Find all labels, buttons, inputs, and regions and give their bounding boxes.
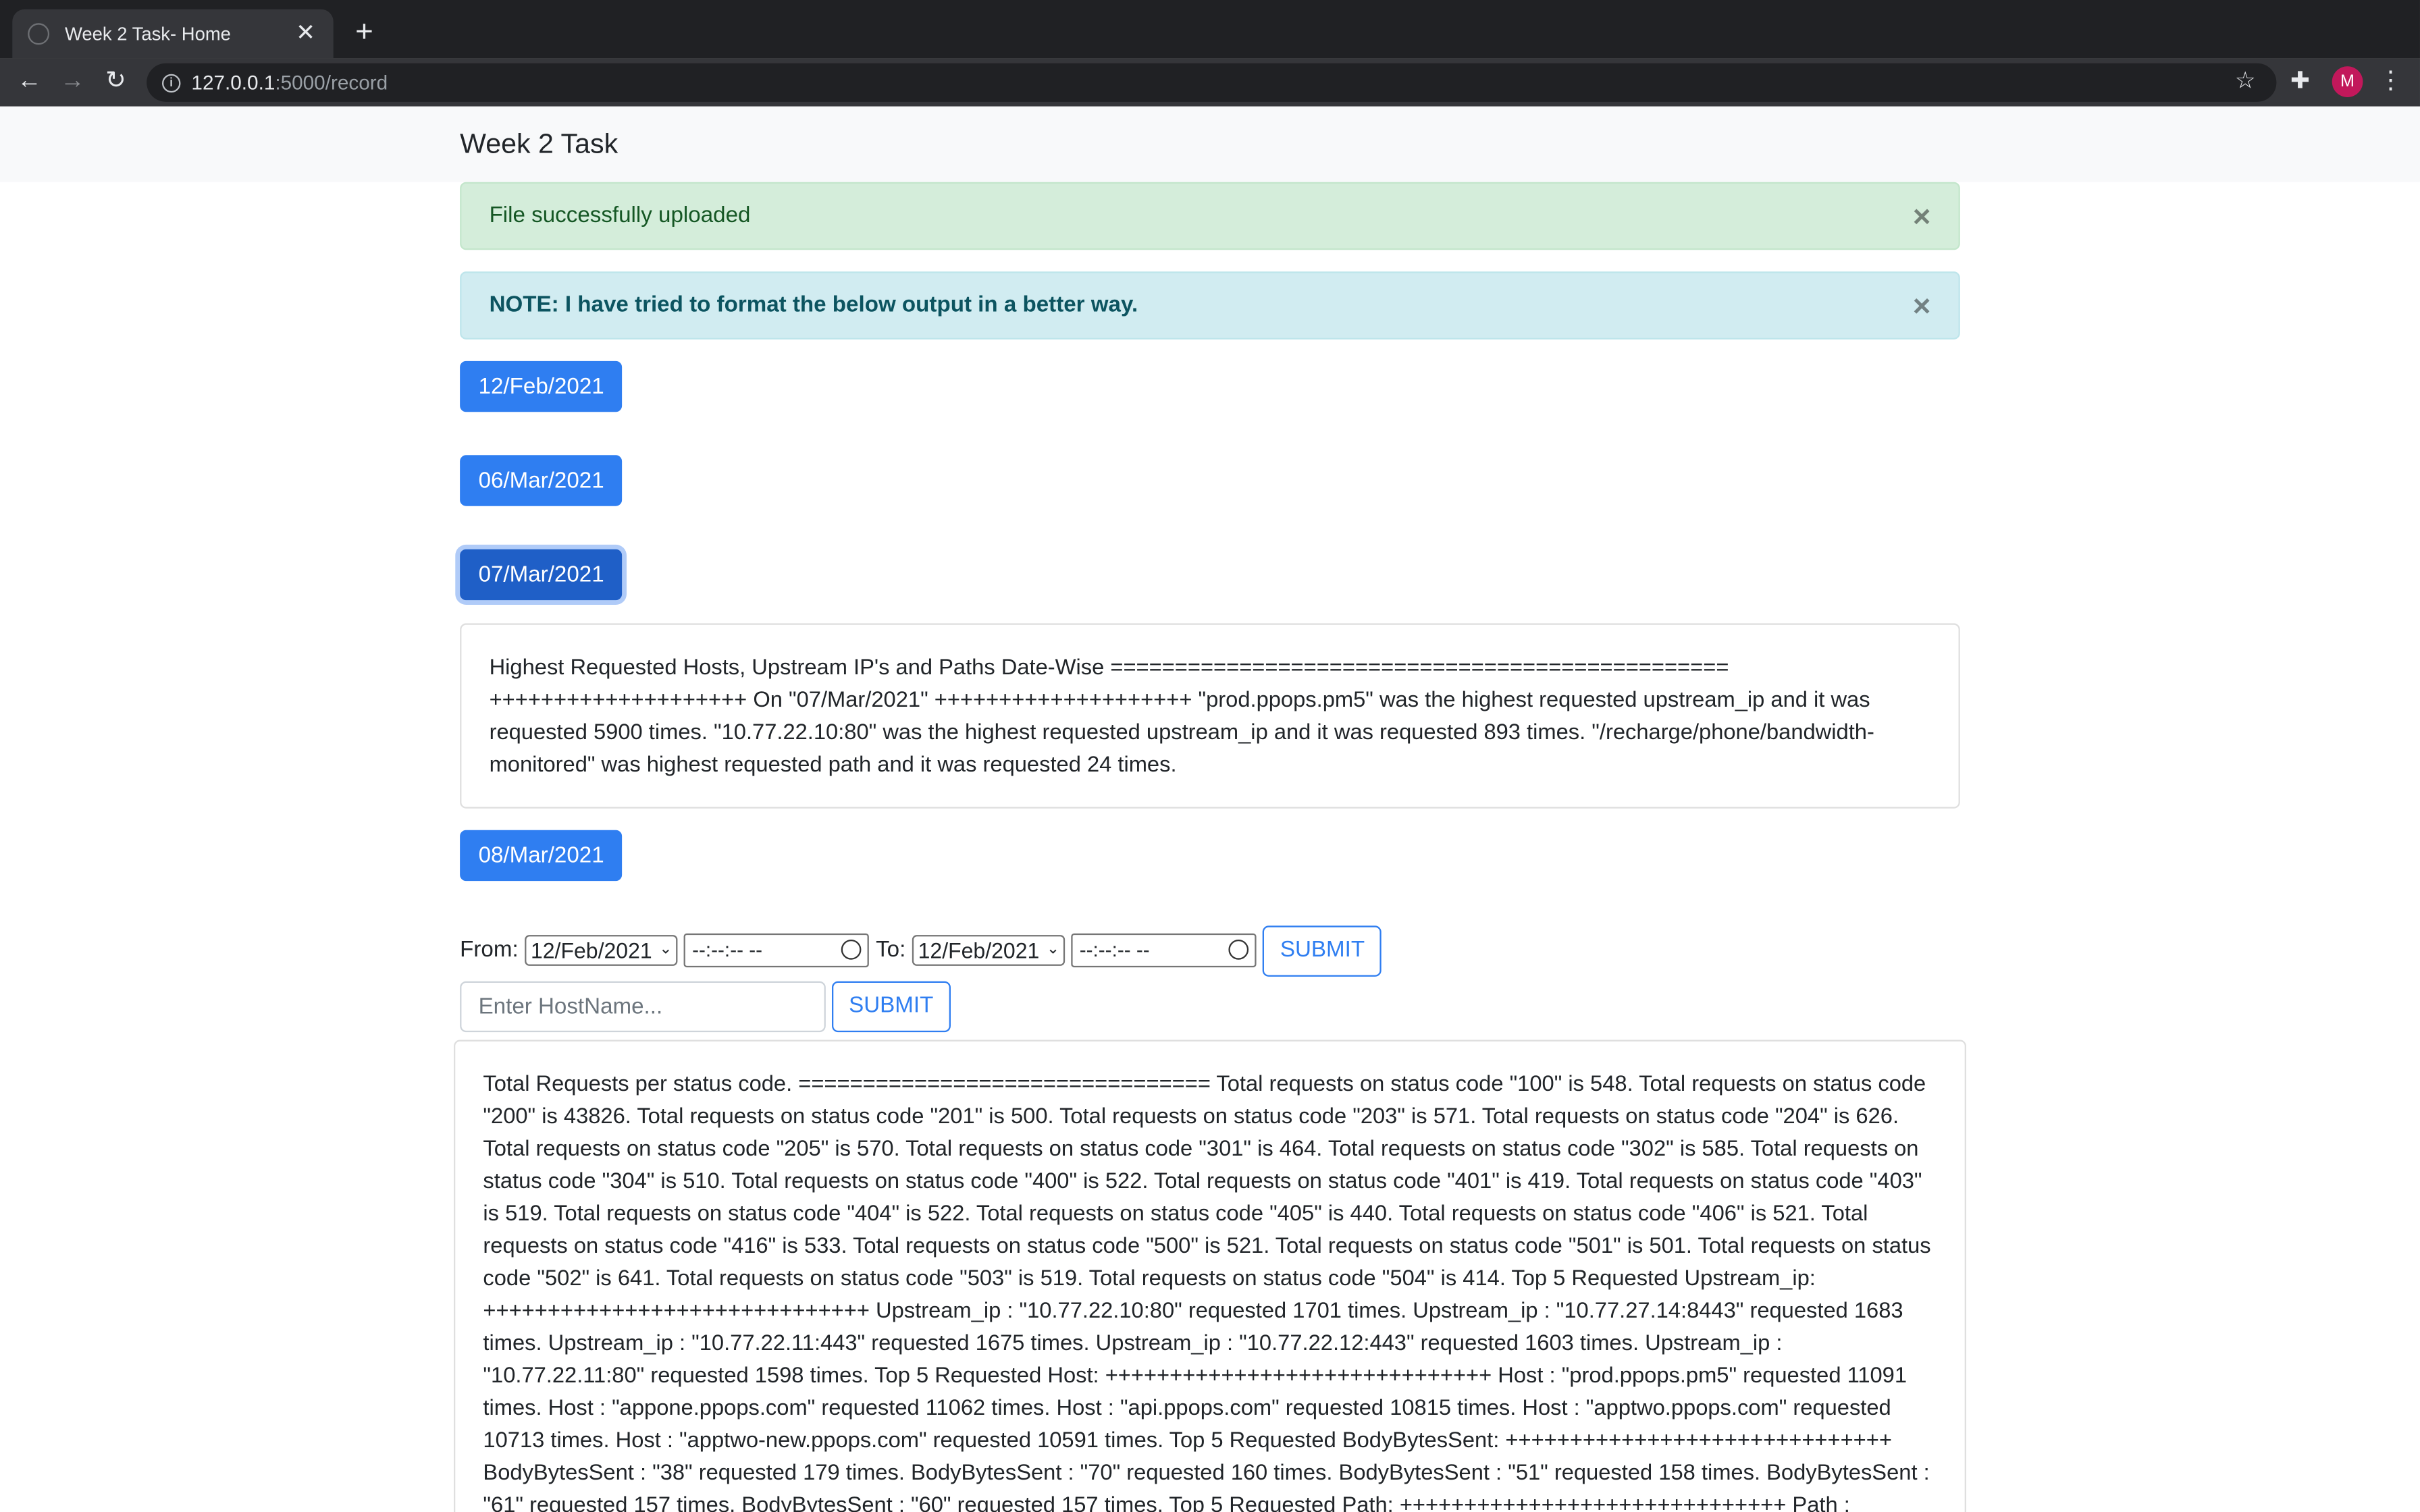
from-time-placeholder: --:--:-- -- bbox=[692, 938, 763, 961]
back-arrow-icon[interactable]: ← bbox=[12, 65, 46, 99]
globe-icon bbox=[28, 23, 50, 45]
to-label: To: bbox=[876, 938, 906, 963]
to-date-value: 12/Feb/2021 bbox=[918, 938, 1040, 963]
reload-icon[interactable]: ↻ bbox=[99, 65, 132, 99]
clock-icon[interactable] bbox=[841, 939, 862, 960]
browser-tabstrip: Week 2 Task- Home ✕ + bbox=[0, 0, 2420, 59]
browser-toolbar: ← → ↻ i 127.0.0.1:5000/record ☆ ✚ M ⋮ bbox=[0, 58, 2420, 107]
url-host: 127.0.0.1 bbox=[191, 71, 275, 94]
date-button-12-feb-2021[interactable]: 12/Feb/2021 bbox=[460, 360, 623, 412]
close-icon[interactable]: × bbox=[1913, 292, 1931, 323]
navbar-brand[interactable]: Week 2 Task bbox=[460, 128, 618, 161]
from-date-value: 12/Feb/2021 bbox=[530, 938, 652, 963]
to-time-placeholder: --:--:-- -- bbox=[1079, 938, 1150, 961]
info-icon[interactable]: i bbox=[161, 73, 181, 92]
profile-avatar[interactable]: M bbox=[2332, 66, 2363, 97]
info-alert-text: NOTE: I have tried to format the below o… bbox=[489, 293, 1138, 318]
host-search-form: SUBMIT bbox=[460, 981, 951, 1033]
success-alert: File successfully uploaded × bbox=[460, 182, 1960, 250]
stats-card: Total Requests per status code. ========… bbox=[453, 1040, 1966, 1512]
chevron-down-icon: ⌄ bbox=[659, 941, 673, 959]
date-button-07-mar-2021[interactable]: 07/Mar/2021 bbox=[460, 549, 623, 601]
from-date-select[interactable]: 12/Feb/2021 ⌄ bbox=[524, 935, 679, 966]
from-label: From: bbox=[460, 938, 519, 963]
date-details-card: Highest Requested Hosts, Upstream IP's a… bbox=[460, 623, 1960, 809]
forward-arrow-icon[interactable]: → bbox=[55, 65, 89, 99]
close-tab-icon[interactable]: ✕ bbox=[293, 21, 318, 47]
page: Week 2 Task- Home ✕ + ← → ↻ i 127.0.0.1:… bbox=[0, 0, 2420, 1512]
kebab-menu-icon[interactable]: ⋮ bbox=[2378, 66, 2403, 97]
date-button-08-mar-2021[interactable]: 08/Mar/2021 bbox=[460, 830, 623, 882]
from-time-input[interactable]: --:--:-- -- bbox=[684, 933, 870, 968]
tab-title: Week 2 Task- Home bbox=[64, 23, 231, 45]
date-filter-submit-button[interactable]: SUBMIT bbox=[1263, 925, 1382, 976]
host-search-submit-button[interactable]: SUBMIT bbox=[831, 981, 951, 1033]
success-alert-text: File successfully uploaded bbox=[489, 203, 751, 229]
date-range-filter: From: 12/Feb/2021 ⌄ --:--:-- -- To: 12/Fe… bbox=[460, 925, 1382, 976]
new-tab-icon[interactable]: + bbox=[349, 17, 380, 48]
navbar: Week 2 Task bbox=[0, 106, 2420, 182]
clock-icon[interactable] bbox=[1229, 939, 1250, 960]
to-time-input[interactable]: --:--:-- -- bbox=[1072, 933, 1257, 968]
chevron-down-icon: ⌄ bbox=[1046, 941, 1060, 959]
address-bar[interactable]: i 127.0.0.1:5000/record bbox=[147, 63, 2277, 102]
hostname-input[interactable] bbox=[460, 981, 826, 1033]
close-icon[interactable]: × bbox=[1913, 202, 1931, 233]
to-date-select[interactable]: 12/Feb/2021 ⌄ bbox=[912, 935, 1066, 966]
bookmark-star-icon[interactable]: ☆ bbox=[2235, 66, 2256, 97]
url-path: :5000/record bbox=[275, 71, 388, 94]
date-details-text: Highest Requested Hosts, Upstream IP's a… bbox=[489, 655, 1874, 778]
extensions-puzzle-icon[interactable]: ✚ bbox=[2290, 66, 2310, 97]
date-button-06-mar-2021[interactable]: 06/Mar/2021 bbox=[460, 455, 623, 506]
browser-tab[interactable]: Week 2 Task- Home ✕ bbox=[12, 9, 334, 59]
info-alert: NOTE: I have tried to format the below o… bbox=[460, 271, 1960, 340]
stats-text: Total Requests per status code. ========… bbox=[483, 1072, 1931, 1512]
